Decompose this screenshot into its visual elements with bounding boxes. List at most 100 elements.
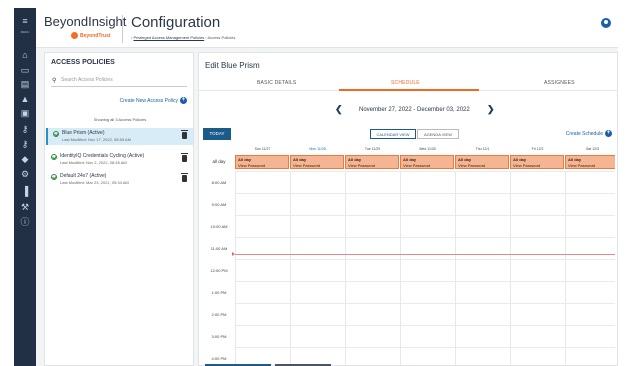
policy-item-default-24x7[interactable]: Default 24x7 (Active) Last Modified: Mar… xyxy=(46,171,193,188)
view-password-link[interactable]: View Password xyxy=(458,163,485,168)
tab-schedule[interactable]: SCHEDULE xyxy=(391,80,420,86)
shield-icon[interactable]: ◆ xyxy=(19,154,31,164)
tab-assignees[interactable]: ASSIGNEES xyxy=(544,80,575,86)
grid-column-line xyxy=(290,171,291,366)
menu-icon[interactable]: ≡ xyxy=(19,16,31,26)
event-title: All day xyxy=(403,157,417,162)
beyondtrust-logo: BeyondTrust xyxy=(71,32,111,39)
day-header: Wed 11/30 xyxy=(419,147,436,151)
view-password-link[interactable]: View Password xyxy=(403,163,430,168)
policy-modified: Last Modified: Nov 2, 2022, 08:45 AM xyxy=(60,160,127,165)
logo-mark-icon xyxy=(71,32,78,39)
edit-policy-title: Edit Blue Prism xyxy=(205,61,260,70)
chevron-left-icon[interactable]: ❮ xyxy=(335,104,343,115)
all-day-event[interactable]: All day View Password xyxy=(565,155,615,169)
grid-hour-line xyxy=(235,237,615,238)
grid-column-line xyxy=(235,171,236,366)
grid-hour-line xyxy=(235,259,615,260)
policy-tabs: BASIC DETAILS SCHEDULE ASSIGNEES xyxy=(199,75,618,91)
view-password-link[interactable]: View Password xyxy=(568,163,595,168)
page-title: Configuration xyxy=(131,14,221,31)
breadcrumb-access-policies: Access Policies xyxy=(207,35,236,40)
info-icon[interactable]: ⓘ xyxy=(19,217,31,227)
menu-label: MENU xyxy=(20,30,30,34)
day-header: Fri 12/2 xyxy=(531,147,544,151)
tab-basic-details[interactable]: BASIC DETAILS xyxy=(257,80,296,86)
grid-hour-line xyxy=(235,281,615,282)
plus-circle-icon: + xyxy=(180,97,187,104)
time-label: 9:00 AM xyxy=(211,202,227,207)
search-input[interactable] xyxy=(51,73,187,87)
policy-modified: Last Modified: Nov 17, 2022, 08:55 AM xyxy=(62,137,131,142)
create-schedule-label: Create Schedule xyxy=(565,130,603,137)
grid-hour-line xyxy=(235,303,615,304)
time-label: 2:00 PM xyxy=(211,312,227,317)
grid-column-line xyxy=(510,171,511,366)
key-icon[interactable]: ⚷ xyxy=(19,124,31,134)
create-access-policy-link[interactable]: Create New Access Policy + xyxy=(120,97,187,104)
chevron-right-icon[interactable]: ❯ xyxy=(487,104,495,115)
event-title: All day xyxy=(513,157,527,162)
current-time-marker xyxy=(232,252,235,256)
time-label: 12:00 PM xyxy=(210,268,228,273)
time-label: 8:00 AM xyxy=(211,180,227,185)
document-icon[interactable]: ▤ xyxy=(19,79,31,89)
today-button[interactable]: TODAY xyxy=(203,128,231,140)
app-frame: ≡ ⌂ ▭ ▤ ▲ ▣ ⚷ ⚷ ◆ ⚙ ▐ ⚒ ⓘ MENU BeyondInsight BeyondTr… xyxy=(14,8,618,366)
nav-rail: ≡ ⌂ ▭ ▤ ▲ ▣ ⚷ ⚷ ◆ ⚙ ▐ ⚒ ⓘ MENU xyxy=(14,8,36,366)
view-password-link[interactable]: View Password xyxy=(513,163,540,168)
active-check-icon xyxy=(53,131,59,137)
day-header: Tue 11/29 xyxy=(364,147,381,151)
trash-icon[interactable] xyxy=(181,153,188,162)
time-label: 4:00 PM xyxy=(211,356,227,361)
home-icon[interactable]: ⌂ xyxy=(19,50,31,60)
event-title: All day xyxy=(348,157,362,162)
plus-circle-icon: + xyxy=(605,130,612,137)
all-day-event[interactable]: All day View Password xyxy=(400,155,454,169)
policy-item-blue-prism[interactable]: Blue Prism (Active) Last Modified: Nov 1… xyxy=(46,128,193,145)
all-day-event[interactable]: All day View Password xyxy=(510,155,564,169)
current-time-line xyxy=(232,252,615,256)
trash-icon[interactable] xyxy=(181,173,188,182)
user-profile-icon[interactable] xyxy=(601,18,611,28)
all-day-event[interactable]: All day View Password xyxy=(345,155,399,169)
grid-hour-line xyxy=(235,325,615,326)
breadcrumb-pam-policies[interactable]: Privileged Access Management Policies xyxy=(133,35,204,40)
policy-name: Blue Prism (Active) xyxy=(62,130,105,136)
grid-hour-line xyxy=(235,347,615,348)
grid-column-line xyxy=(565,171,566,366)
create-schedule-link[interactable]: Create Schedule + xyxy=(566,130,612,137)
time-label: 3:00 PM xyxy=(211,334,227,339)
day-header: Thu 12/1 xyxy=(475,147,490,151)
chart-icon[interactable]: ▐ xyxy=(19,186,31,196)
calendar-view-button[interactable]: CALENDAR VIEW xyxy=(370,129,416,139)
time-label: 10:00 AM xyxy=(210,224,228,229)
grid-column-line xyxy=(400,171,401,366)
agenda-view-button[interactable]: AGENDA VIEW xyxy=(417,129,459,139)
briefcase-icon[interactable]: ▣ xyxy=(19,108,31,118)
view-password-link[interactable]: View Password xyxy=(293,163,320,168)
trash-icon[interactable] xyxy=(181,130,188,139)
all-day-event[interactable]: All day View Password xyxy=(455,155,509,169)
app-header: BeyondInsight BeyondTrust Configuration … xyxy=(36,8,618,48)
monitor-icon[interactable]: ▭ xyxy=(19,65,31,75)
gear-icon[interactable]: ⚙ xyxy=(19,169,31,179)
brand-name[interactable]: BeyondInsight xyxy=(44,14,126,29)
breadcrumb: › Privileged Access Management Policies … xyxy=(131,35,235,40)
event-title: All day xyxy=(458,157,472,162)
day-header: Sun 11/27 xyxy=(254,147,271,151)
wrench-icon[interactable]: ⚒ xyxy=(19,202,31,212)
all-day-event[interactable]: All day View Password xyxy=(290,155,344,169)
view-password-link[interactable]: View Password xyxy=(348,163,375,168)
all-day-event[interactable]: All day View Password xyxy=(235,155,289,169)
day-header: Sat 12/3 xyxy=(585,147,600,151)
warning-icon[interactable]: ▲ xyxy=(19,94,31,104)
view-password-link[interactable]: View Password xyxy=(238,163,265,168)
policy-count-label: Showing all 3 Access Policies xyxy=(93,117,147,122)
grid-column-line xyxy=(455,171,456,366)
key-alt-icon[interactable]: ⚷ xyxy=(19,139,31,149)
event-title: All day xyxy=(568,157,582,162)
grid-hour-line xyxy=(235,171,615,172)
policy-item-identityiq[interactable]: IdentityIQ Credentials Cycling (Active) … xyxy=(46,151,193,168)
all-day-label: all day xyxy=(212,159,226,164)
